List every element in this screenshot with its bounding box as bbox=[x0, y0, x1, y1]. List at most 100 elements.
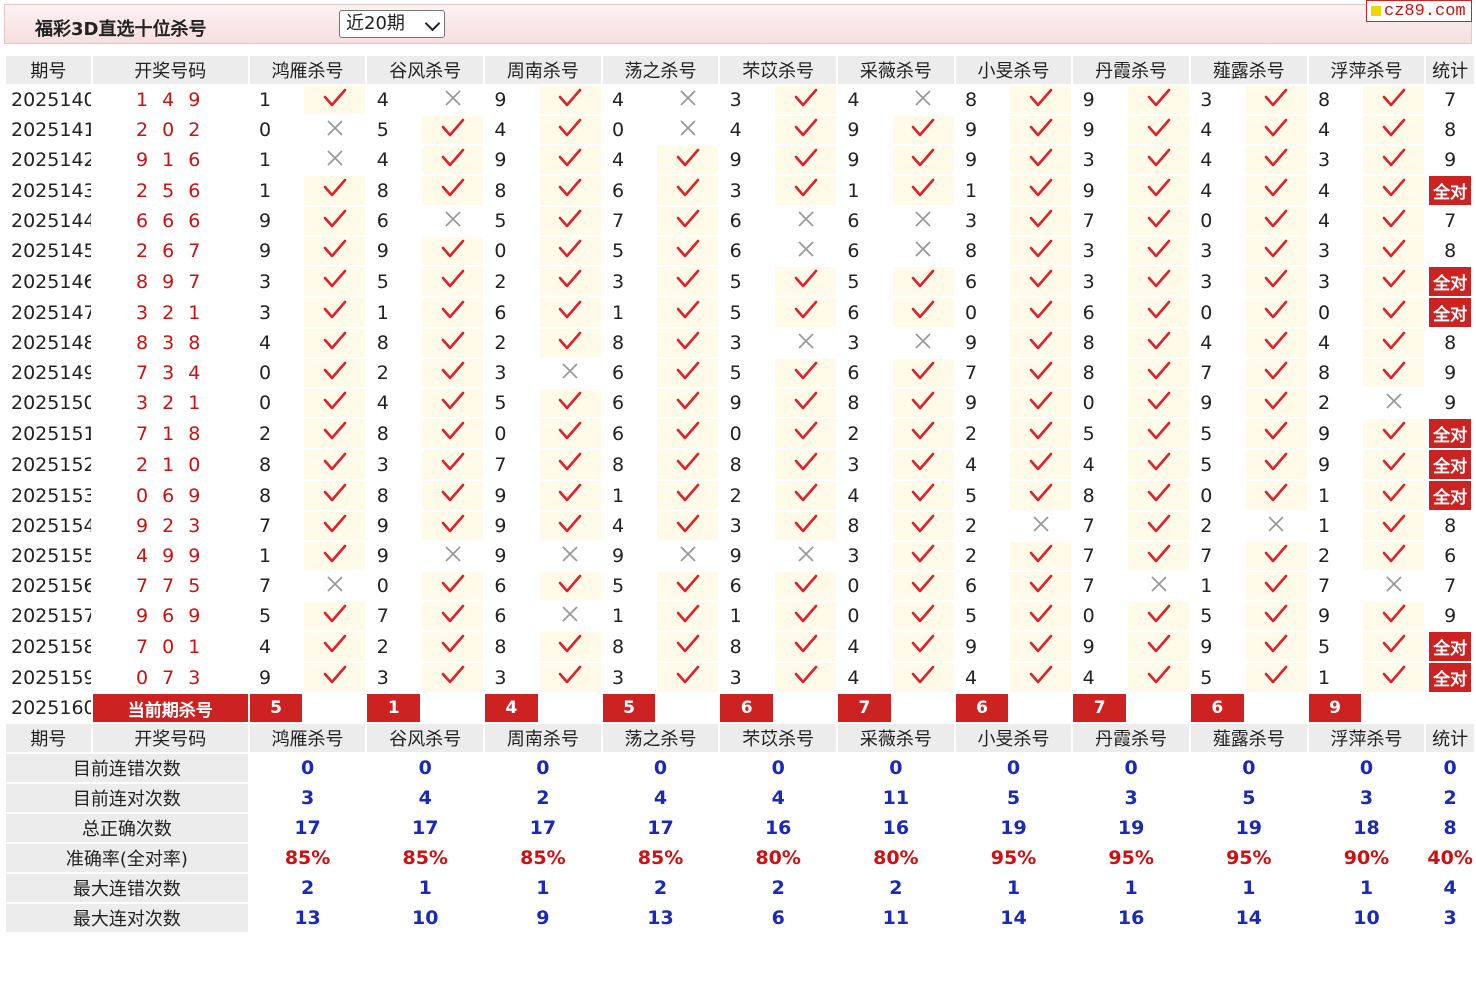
header-expert: 荡之杀号 bbox=[602, 724, 719, 754]
kill-number: 3 bbox=[720, 86, 774, 116]
kill-number: 8 bbox=[602, 632, 656, 663]
kill-number: 9 bbox=[1190, 389, 1244, 419]
kill-result bbox=[892, 602, 954, 632]
kill-result bbox=[775, 450, 837, 481]
kill-result bbox=[1363, 481, 1425, 512]
check-icon bbox=[1147, 300, 1170, 319]
check-icon bbox=[1264, 604, 1288, 622]
kill-result bbox=[422, 267, 484, 298]
stats-value: 80% bbox=[838, 844, 954, 874]
kill-result bbox=[1010, 419, 1072, 450]
cross-icon bbox=[915, 210, 931, 227]
stat-count: 7 bbox=[1444, 210, 1457, 232]
current-kill-blank bbox=[1363, 694, 1425, 724]
period-cell: 2025153 bbox=[6, 481, 91, 512]
kill-number: 5 bbox=[249, 602, 303, 632]
kill-number: 3 bbox=[1190, 267, 1244, 298]
all-correct-badge: 全对 bbox=[1429, 267, 1472, 296]
site-logo[interactable]: cz89.com bbox=[1366, 0, 1472, 22]
current-kill-blank bbox=[892, 694, 954, 724]
check-icon bbox=[676, 209, 700, 227]
stats-value: 10 bbox=[367, 904, 484, 934]
check-icon bbox=[1147, 239, 1170, 257]
check-icon bbox=[441, 574, 464, 592]
kill-number: 1 bbox=[249, 542, 303, 572]
kill-number: 3 bbox=[1190, 86, 1244, 116]
kill-number: 9 bbox=[838, 146, 891, 176]
check-icon bbox=[441, 148, 464, 166]
kill-number: 9 bbox=[1073, 116, 1127, 146]
all-correct-badge: 全对 bbox=[1429, 663, 1472, 692]
kill-number: 4 bbox=[955, 663, 1009, 694]
cross-icon bbox=[797, 545, 814, 562]
kill-result bbox=[892, 86, 954, 116]
check-icon bbox=[676, 361, 700, 379]
kill-number: 7 bbox=[249, 512, 303, 542]
check-icon bbox=[1264, 421, 1288, 440]
kill-number: 6 bbox=[955, 572, 1009, 602]
kill-number: 3 bbox=[249, 298, 303, 329]
check-icon bbox=[1147, 452, 1170, 471]
check-icon bbox=[1029, 634, 1053, 653]
stats-label: 目前连错次数 bbox=[6, 754, 248, 784]
period-select[interactable]: 近20期 bbox=[339, 10, 445, 38]
cross-icon bbox=[562, 545, 578, 562]
check-icon bbox=[1382, 118, 1406, 136]
check-icon bbox=[794, 391, 817, 409]
winning-number: 2 0 2 bbox=[92, 116, 248, 146]
kill-result bbox=[1245, 329, 1307, 359]
winning-number: 7 3 4 bbox=[92, 359, 248, 389]
kill-number: 0 bbox=[1190, 481, 1244, 512]
kill-result bbox=[1010, 542, 1072, 572]
kill-result bbox=[775, 267, 837, 298]
kill-number: 9 bbox=[955, 389, 1009, 419]
stats-value: 90% bbox=[1308, 844, 1425, 874]
header-expert: 鸿雁杀号 bbox=[249, 724, 366, 754]
check-icon bbox=[558, 209, 582, 227]
kill-result bbox=[1128, 146, 1189, 176]
kill-result bbox=[775, 602, 837, 632]
kill-result bbox=[657, 146, 719, 176]
kill-number: 6 bbox=[955, 267, 1009, 298]
kill-number: 1 bbox=[249, 176, 303, 207]
kill-result bbox=[539, 632, 601, 663]
check-icon bbox=[794, 421, 817, 440]
check-icon bbox=[441, 361, 464, 379]
kill-result bbox=[1128, 176, 1189, 207]
check-icon bbox=[558, 483, 582, 502]
kill-result bbox=[1363, 419, 1425, 450]
kill-number: 3 bbox=[367, 450, 421, 481]
check-icon bbox=[323, 604, 347, 622]
kill-number: 1 bbox=[1308, 481, 1362, 512]
kill-result bbox=[1245, 572, 1307, 602]
kill-number: 9 bbox=[720, 146, 774, 176]
kill-number: 9 bbox=[367, 542, 421, 572]
check-icon bbox=[676, 300, 700, 319]
check-icon bbox=[1029, 544, 1053, 562]
stats-value: 19 bbox=[1190, 814, 1307, 844]
kill-number: 4 bbox=[838, 481, 891, 512]
kill-result bbox=[775, 207, 837, 237]
table-row: 2025148 8 3 848283398448 bbox=[6, 329, 1474, 359]
kill-number: 7 bbox=[955, 359, 1009, 389]
kill-number: 1 bbox=[1308, 512, 1362, 542]
kill-number: 4 bbox=[249, 329, 303, 359]
kill-result bbox=[539, 359, 601, 389]
stats-value: 13 bbox=[602, 904, 719, 934]
kill-result bbox=[892, 176, 954, 207]
kill-number: 9 bbox=[955, 116, 1009, 146]
kill-number: 3 bbox=[720, 663, 774, 694]
stats-value: 3 bbox=[1073, 784, 1189, 814]
header-expert: 周南杀号 bbox=[485, 724, 601, 754]
kill-result bbox=[1363, 512, 1425, 542]
kill-number: 6 bbox=[838, 207, 891, 237]
logo-square-icon bbox=[1371, 6, 1381, 16]
kill-number: 4 bbox=[602, 512, 656, 542]
check-icon bbox=[323, 665, 347, 684]
kill-number: 1 bbox=[249, 86, 303, 116]
title-bar: 福彩3D直选十位杀号 近20期 bbox=[4, 4, 1472, 44]
check-icon bbox=[911, 300, 935, 319]
kill-result bbox=[1245, 237, 1307, 267]
stat-count: 9 bbox=[1444, 605, 1457, 627]
header-expert: 采薇杀号 bbox=[838, 724, 954, 754]
